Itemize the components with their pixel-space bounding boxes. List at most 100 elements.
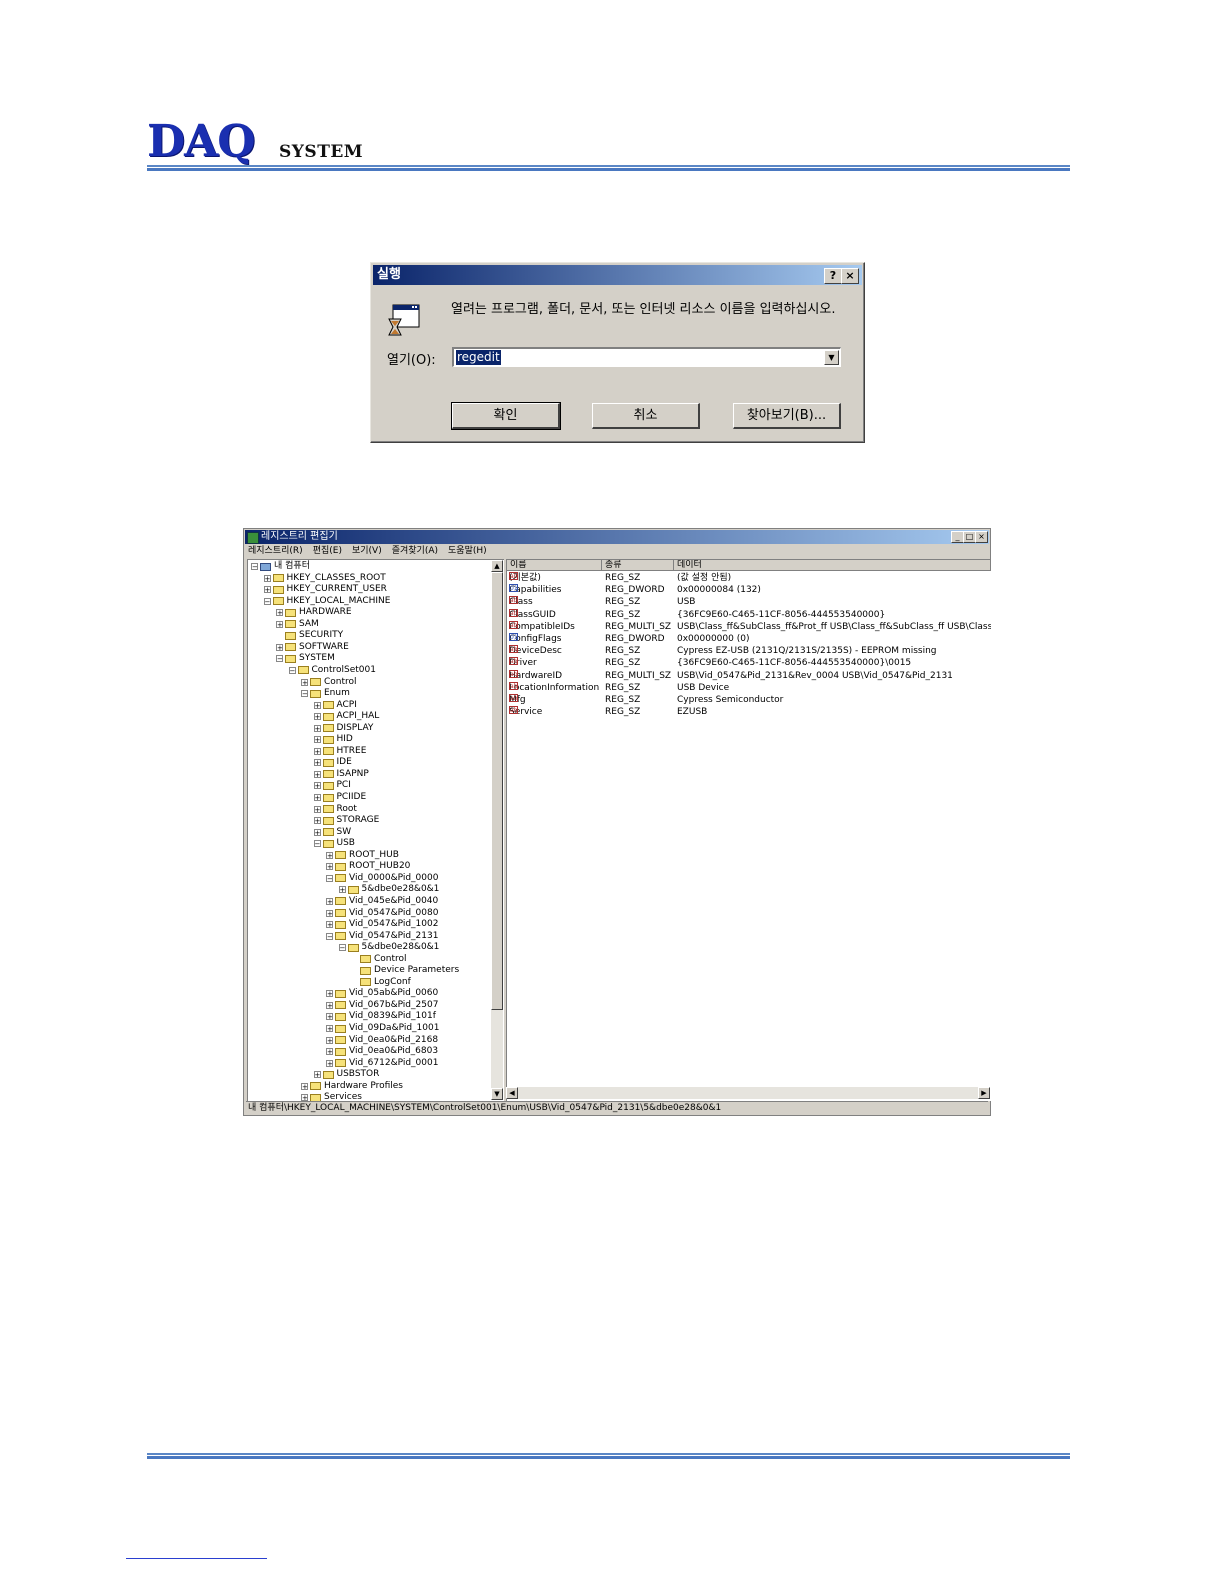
menu-edit[interactable]: 편집(E) xyxy=(313,545,342,557)
expand-icon[interactable]: + xyxy=(326,1001,333,1009)
tree-node[interactable]: + Vid_045e&Pid_0040 xyxy=(326,896,438,907)
expand-icon[interactable]: + xyxy=(313,736,321,744)
registry-editor-titlebar[interactable]: 레지스트리 편집기 xyxy=(245,530,989,544)
tree-node[interactable]: + SOFTWARE xyxy=(276,642,349,653)
value-row[interactable]: 01 Capabilities REG_DWORD 0x00000084 (132) xyxy=(507,584,991,596)
tree-node[interactable]: + ROOT_HUB20 xyxy=(326,861,410,872)
collapse-icon[interactable]: − xyxy=(313,840,321,848)
expand-icon[interactable]: + xyxy=(313,794,321,802)
tree-node[interactable]: + Vid_0ea0&Pid_6803 xyxy=(326,1046,438,1057)
open-combo-input[interactable]: regedit ▼ xyxy=(452,347,841,367)
tree-node[interactable]: + ACPI_HAL xyxy=(313,711,379,722)
cancel-button[interactable]: 취소 xyxy=(592,403,700,429)
expand-icon[interactable]: + xyxy=(313,747,321,755)
tree-node[interactable]: + Root xyxy=(313,804,357,815)
expand-icon[interactable]: + xyxy=(313,782,321,790)
tree-node[interactable]: SECURITY xyxy=(276,630,343,641)
tree-scroll-thumb[interactable] xyxy=(491,572,503,1010)
expand-icon[interactable]: + xyxy=(313,724,321,732)
menu-help[interactable]: 도움말(H) xyxy=(448,545,487,557)
expand-icon[interactable]: + xyxy=(301,1082,308,1090)
expand-icon[interactable]: + xyxy=(326,863,333,871)
tree-node[interactable]: − ControlSet001 xyxy=(288,665,376,676)
expand-icon[interactable]: + xyxy=(313,817,321,825)
expand-icon[interactable]: + xyxy=(326,921,333,929)
tree-node[interactable]: + SW xyxy=(313,827,351,838)
value-row[interactable]: ab (기본값) REG_SZ (값 설정 안됨) xyxy=(507,572,991,584)
tree-node[interactable]: − Vid_0000&Pid_0000 xyxy=(326,873,438,884)
expand-icon[interactable]: + xyxy=(338,886,346,894)
tree-node[interactable]: +5&dbe0e28&0&1 xyxy=(338,884,439,895)
run-dialog-titlebar[interactable]: 실행 xyxy=(373,265,862,285)
menu-view[interactable]: 보기(V) xyxy=(352,545,382,557)
expand-icon[interactable]: + xyxy=(326,1059,333,1067)
scroll-right-icon[interactable]: ▶ xyxy=(978,1087,990,1099)
expand-icon[interactable]: + xyxy=(263,586,271,594)
expand-icon[interactable]: + xyxy=(326,1025,333,1033)
value-row[interactable]: ab Driver REG_SZ {36FC9E60-C465-11CF-8056-4… xyxy=(507,657,991,669)
tree-node[interactable]: + HARDWARE xyxy=(276,607,352,618)
collapse-icon[interactable]: − xyxy=(288,666,296,674)
tree-node[interactable]: + SAM xyxy=(276,619,319,630)
open-input-value[interactable]: regedit xyxy=(456,350,501,365)
expand-icon[interactable]: + xyxy=(313,701,321,709)
tree-node[interactable]: + USBSTOR xyxy=(313,1069,379,1080)
expand-icon[interactable]: + xyxy=(276,643,283,651)
tree-node[interactable]: + Control xyxy=(301,677,357,688)
tree-node[interactable]: + ACPI xyxy=(313,700,357,711)
tree-node[interactable]: + Vid_067b&Pid_2507 xyxy=(326,1000,438,1011)
tree-node[interactable]: − Vid_0547&Pid_2131 xyxy=(326,931,438,942)
tree-node[interactable]: + Vid_0547&Pid_1002 xyxy=(326,919,438,930)
expand-icon[interactable]: + xyxy=(276,609,283,617)
value-row[interactable]: ab ClassGUID REG_SZ {36FC9E60-C465-11CF-805… xyxy=(507,608,991,621)
ok-button[interactable]: 확인 xyxy=(451,402,561,430)
expand-icon[interactable]: + xyxy=(301,678,308,686)
value-row[interactable]: ab HardwareID REG_MULTI_SZ USB\Vid_0547&Pid… xyxy=(507,669,991,682)
tree-node[interactable]: + HKEY_CLASSES_ROOT xyxy=(263,573,386,584)
registry-key-tree[interactable]: − 내 컴퓨터 + HKEY_CLASSES_ROOT + HKEY_CURRENT_US… xyxy=(247,559,504,1101)
tree-node[interactable]: + HID xyxy=(313,734,353,745)
scroll-down-icon[interactable]: ▼ xyxy=(491,1088,503,1100)
tree-node[interactable]: Control xyxy=(351,954,407,965)
tree-node[interactable]: + Vid_05ab&Pid_0060 xyxy=(326,988,438,999)
menu-favorites[interactable]: 즐겨찾기(A) xyxy=(392,545,438,557)
column-header-name[interactable]: 이름 xyxy=(507,560,602,571)
expand-icon[interactable]: + xyxy=(263,574,271,582)
expand-icon[interactable]: + xyxy=(301,1094,308,1101)
close-button[interactable]: × xyxy=(841,268,859,284)
expand-icon[interactable]: + xyxy=(326,897,333,905)
expand-icon[interactable]: + xyxy=(276,620,283,628)
tree-node[interactable]: + HKEY_CURRENT_USER xyxy=(263,584,387,595)
tree-node[interactable]: + Vid_0547&Pid_0080 xyxy=(326,908,438,919)
expand-icon[interactable]: + xyxy=(313,770,321,778)
help-button[interactable]: ? xyxy=(824,268,842,284)
tree-node[interactable]: + Hardware Profiles xyxy=(301,1081,403,1092)
collapse-icon[interactable]: − xyxy=(301,690,308,698)
tree-node[interactable]: + Vid_0ea0&Pid_2168 xyxy=(326,1035,438,1046)
column-header-type[interactable]: 종류 xyxy=(602,560,674,571)
collapse-icon[interactable]: − xyxy=(251,563,258,571)
value-row[interactable]: ab DeviceDesc REG_SZ Cypress EZ-USB (2131Q/… xyxy=(507,645,991,657)
tree-node[interactable]: + STORAGE xyxy=(313,815,379,826)
close-button[interactable]: × xyxy=(975,531,988,543)
value-row[interactable]: ab Mfg REG_SZ Cypress Semiconductor xyxy=(507,694,991,706)
collapse-icon[interactable]: − xyxy=(326,874,333,882)
tree-node[interactable]: Device Parameters xyxy=(351,965,459,976)
expand-icon[interactable]: + xyxy=(326,990,333,998)
tree-node[interactable]: + PCI xyxy=(313,780,351,791)
tree-node[interactable]: + Services xyxy=(301,1092,362,1101)
expand-icon[interactable]: + xyxy=(313,1071,321,1079)
expand-icon[interactable]: + xyxy=(326,1048,333,1056)
value-row[interactable]: ab LocationInformation REG_SZ USB Device xyxy=(507,681,991,694)
expand-icon[interactable]: + xyxy=(326,851,333,859)
tree-node[interactable]: − 5&dbe0e28&0&1 xyxy=(338,942,439,953)
menu-registry[interactable]: 레지스트리(R) xyxy=(248,545,303,557)
list-horizontal-scrollbar[interactable]: ◀ ▶ xyxy=(506,1087,990,1099)
expand-icon[interactable]: + xyxy=(326,1036,333,1044)
tree-node[interactable]: + DISPLAY xyxy=(313,723,373,734)
tree-node[interactable]: + IDE xyxy=(313,757,352,768)
tree-node[interactable]: − USB xyxy=(313,838,355,849)
expand-icon[interactable]: + xyxy=(313,713,321,721)
tree-node[interactable]: − HKEY_LOCAL_MACHINE xyxy=(263,596,390,607)
column-header-data[interactable]: 데이터 xyxy=(674,560,991,571)
